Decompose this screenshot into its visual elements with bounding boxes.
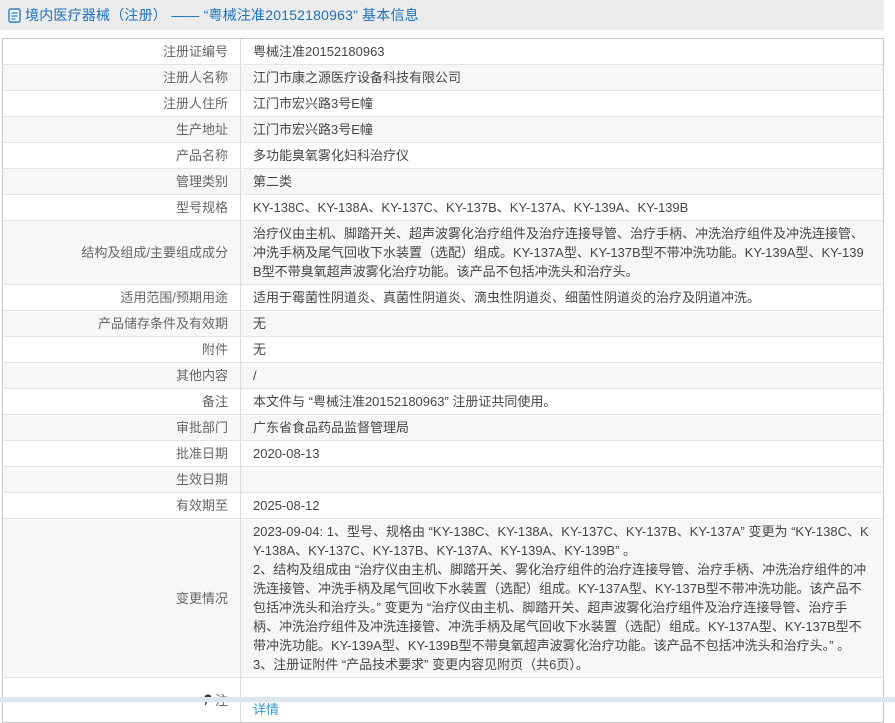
table-row: 其他内容 / xyxy=(3,363,883,389)
row-label: 注册证编号 xyxy=(3,39,241,64)
row-label: 产品储存条件及有效期 xyxy=(3,311,241,336)
row-value: 江门市宏兴路3号E幢 xyxy=(241,117,883,142)
page-header: 境内医疗器械（注册） —— “粤械注准20152180963” 基本信息 xyxy=(0,0,884,30)
row-label: 生效日期 xyxy=(3,467,241,492)
table-row: 注册证编号 粤械注准20152180963 xyxy=(3,39,883,65)
document-icon xyxy=(8,8,21,23)
table-row: 附件 无 xyxy=(3,337,883,363)
row-value: 粤械注准20152180963 xyxy=(241,39,883,64)
table-row: 有效期至 2025-08-12 xyxy=(3,493,883,519)
detail-link[interactable]: 详情 xyxy=(253,702,279,717)
row-value: KY-138C、KY-138A、KY-137C、KY-137B、KY-137A、… xyxy=(241,195,883,220)
table-row: 产品储存条件及有效期 无 xyxy=(3,311,883,337)
row-value: 第二类 xyxy=(241,169,883,194)
row-value: 适用于霉菌性阴道炎、真菌性阴道炎、滴虫性阴道炎、细菌性阴道炎的治疗及阴道冲洗。 xyxy=(241,285,883,310)
row-value: 2025-08-12 xyxy=(241,493,883,518)
table-row: 生效日期 xyxy=(3,467,883,493)
registration-info-table: 注册证编号 粤械注准20152180963 注册人名称 江门市康之源医疗设备科技… xyxy=(2,38,884,723)
table-row: 审批部门 广东省食品药品监督管理局 xyxy=(3,415,883,441)
row-value: / xyxy=(241,363,883,388)
row-value xyxy=(241,467,883,492)
row-value: 江门市宏兴路3号E幢 xyxy=(241,91,883,116)
table-row: 产品名称 多功能臭氧雾化妇科治疗仪 xyxy=(3,143,883,169)
table-row: 注册人住所 江门市宏兴路3号E幢 xyxy=(3,91,883,117)
table-row: 适用范围/预期用途 适用于霉菌性阴道炎、真菌性阴道炎、滴虫性阴道炎、细菌性阴道炎… xyxy=(3,285,883,311)
row-value: 无 xyxy=(241,311,883,336)
table-row: 管理类别 第二类 xyxy=(3,169,883,195)
page-title: 境内医疗器械（注册） —— “粤械注准20152180963” 基本信息 xyxy=(25,5,419,25)
row-label: 型号规格 xyxy=(3,195,241,220)
row-value: 无 xyxy=(241,337,883,362)
row-value: 多功能臭氧雾化妇科治疗仪 xyxy=(241,143,883,168)
row-label: 注册人名称 xyxy=(3,65,241,90)
row-value: 2020-08-13 xyxy=(241,441,883,466)
row-value: 治疗仪由主机、脚踏开关、超声波雾化治疗组件及治疗连接导管、治疗手柄、冲洗治疗组件… xyxy=(241,221,883,284)
bottom-strip xyxy=(0,697,895,702)
table-row: 批准日期 2020-08-13 xyxy=(3,441,883,467)
row-label: 生产地址 xyxy=(3,117,241,142)
row-label: 批准日期 xyxy=(3,441,241,466)
row-label: 审批部门 xyxy=(3,415,241,440)
table-row: 变更情况 2023-09-04: 1、型号、规格由 “KY-138C、KY-13… xyxy=(3,519,883,678)
table-row: 结构及组成/主要组成成分 治疗仪由主机、脚踏开关、超声波雾化治疗组件及治疗连接导… xyxy=(3,221,883,285)
row-label: 产品名称 xyxy=(3,143,241,168)
row-label: 备注 xyxy=(3,389,241,414)
row-value: 江门市康之源医疗设备科技有限公司 xyxy=(241,65,883,90)
row-label: 变更情况 xyxy=(3,519,241,677)
row-label: 管理类别 xyxy=(3,169,241,194)
row-value: 2023-09-04: 1、型号、规格由 “KY-138C、KY-138A、KY… xyxy=(241,519,883,677)
table-row: 备注 本文件与 “粤械注准20152180963” 注册证共同使用。 xyxy=(3,389,883,415)
row-label: 附件 xyxy=(3,337,241,362)
row-value: 本文件与 “粤械注准20152180963” 注册证共同使用。 xyxy=(241,389,883,414)
row-label: 适用范围/预期用途 xyxy=(3,285,241,310)
row-label: 其他内容 xyxy=(3,363,241,388)
table-row: 注册人名称 江门市康之源医疗设备科技有限公司 xyxy=(3,65,883,91)
row-label: 结构及组成/主要组成成分 xyxy=(3,221,241,284)
table-row: 型号规格 KY-138C、KY-138A、KY-137C、KY-137B、KY-… xyxy=(3,195,883,221)
row-label: 注册人住所 xyxy=(3,91,241,116)
row-value: 广东省食品药品监督管理局 xyxy=(241,415,883,440)
row-label: 有效期至 xyxy=(3,493,241,518)
table-row: 生产地址 江门市宏兴路3号E幢 xyxy=(3,117,883,143)
